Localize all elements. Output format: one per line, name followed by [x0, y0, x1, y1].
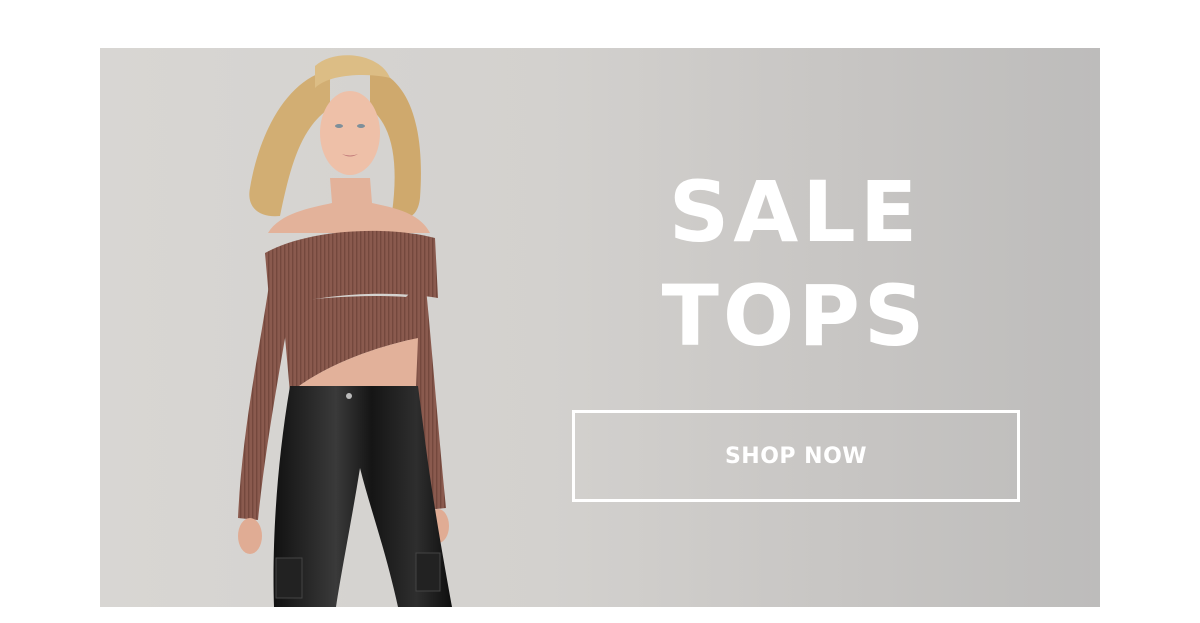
left-hand	[238, 518, 262, 554]
cargo-pocket-right	[415, 552, 441, 592]
face	[320, 91, 380, 175]
eye-right	[357, 124, 365, 128]
sale-headline: SALE TOPS	[630, 160, 960, 368]
shop-now-label: SHOP NOW	[724, 443, 868, 469]
cargo-pocket-left	[275, 557, 303, 599]
promo-banner[interactable]: SALE TOPS SHOP NOW	[100, 48, 1100, 607]
belt-button	[346, 393, 352, 399]
eye-left	[335, 124, 343, 128]
headline-line-tops: TOPS	[661, 267, 929, 365]
headline-line-sale: SALE	[668, 163, 922, 261]
hair-shape	[249, 70, 330, 217]
model-image	[238, 55, 452, 607]
shop-now-button[interactable]: SHOP NOW	[572, 410, 1020, 502]
